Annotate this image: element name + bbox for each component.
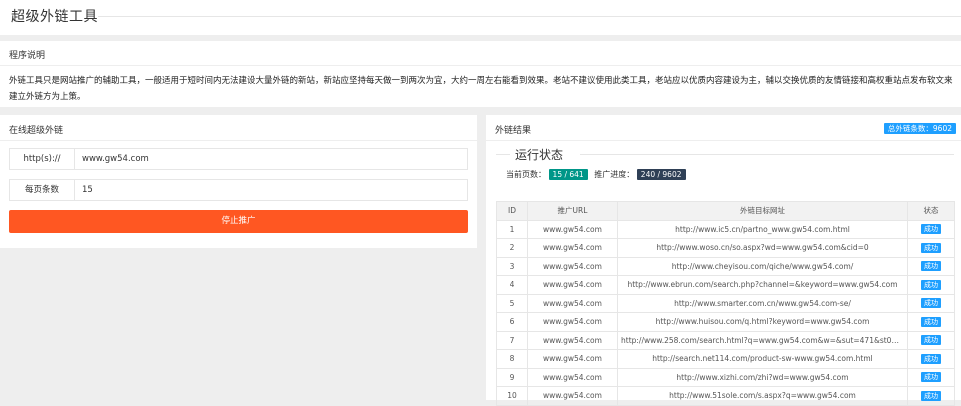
run-status-fieldset: 运行状态 当前页数： 15 / 641 推广进度： 240 / 9602 (496, 148, 954, 192)
cell-id: 2 (496, 238, 528, 258)
run-status-legend: 运行状态 (515, 148, 564, 162)
table-row: 6 www.gw54.com http://www.huisou.com/q.h… (496, 312, 955, 332)
table-row: 3 www.gw54.com http://www.cheyisou.com/q… (496, 256, 955, 276)
progress-badge: 240 / 9602 (636, 169, 686, 180)
cell-url: www.gw54.com (527, 256, 618, 276)
status-badge: 成功 (921, 224, 941, 235)
cell-id: 1 (496, 219, 528, 239)
title-divider (98, 16, 961, 17)
column-header-target: 外链目标网址 (617, 201, 908, 221)
cell-id: 8 (496, 349, 528, 369)
column-header-id: ID (496, 201, 528, 221)
cell-url: www.gw54.com (527, 330, 618, 350)
progress-line: 当前页数： 15 / 641 推广进度： 240 / 9602 (506, 169, 686, 180)
cell-url: www.gw54.com (527, 349, 618, 369)
results-heading: 外链结果 (495, 126, 532, 136)
cell-target[interactable]: http://www.smarter.com.cn/www.gw54.com-s… (617, 293, 908, 313)
table-header-row: ID 推广URL 外链目标网址 状态 (496, 201, 955, 221)
cell-target[interactable]: http://www.51sole.com/s.aspx?q=www.gw54.… (617, 386, 908, 406)
online-link-heading: 在线超级外链 (9, 126, 64, 136)
intro-text: 外链工具只是网站推广的辅助工具，一般适用于短时间内无法建设大量外链的新站，新站应… (9, 76, 953, 102)
online-link-divider (0, 140, 477, 141)
intro-divider (0, 65, 961, 66)
status-badge: 成功 (921, 353, 941, 364)
cell-id: 4 (496, 275, 528, 295)
cell-status: 成功 (907, 256, 955, 276)
intro-panel: 程序说明 外链工具只是网站推广的辅助工具，一般适用于短时间内无法建设大量外链的新… (0, 41, 961, 107)
progress-label: 推广进度： (594, 170, 635, 179)
results-divider (486, 140, 961, 141)
cell-id: 10 (496, 386, 528, 406)
status-badge: 成功 (921, 316, 941, 327)
cell-target[interactable]: http://www.xizhi.com/zhi?wd=www.gw54.com (617, 367, 908, 387)
table-row: 10 www.gw54.com http://www.51sole.com/s.… (496, 386, 955, 406)
table-row: 4 www.gw54.com http://www.ebrun.com/sear… (496, 275, 955, 295)
status-badge: 成功 (921, 372, 941, 383)
page-title: 超级外链工具 (11, 9, 98, 25)
cell-url: www.gw54.com (527, 275, 618, 295)
table-row: 5 www.gw54.com http://www.smarter.com.cn… (496, 293, 955, 313)
domain-input[interactable] (82, 149, 462, 169)
column-header-status: 状态 (907, 201, 955, 221)
domain-row: http(s):// (9, 148, 468, 170)
cell-status: 成功 (907, 238, 955, 258)
cell-target[interactable]: http://search.net114.com/product-sw-www.… (617, 349, 908, 369)
cell-status: 成功 (907, 386, 955, 406)
current-page-badge: 15 / 641 (548, 169, 588, 180)
table-row: 8 www.gw54.com http://search.net114.com/… (496, 349, 955, 369)
cell-id: 3 (496, 256, 528, 276)
cell-status: 成功 (907, 330, 955, 350)
status-badge: 成功 (921, 335, 941, 346)
table-row: 1 www.gw54.com http://www.ic5.cn/partno_… (496, 219, 955, 239)
results-panel: 外链结果 总外链条数：9602 运行状态 当前页数： 15 / 641 推广进度… (486, 115, 961, 406)
cell-target[interactable]: http://www.ic5.cn/partno_www.gw54.com.ht… (617, 219, 908, 239)
cell-url: www.gw54.com (527, 238, 618, 258)
cell-id: 9 (496, 367, 528, 387)
protocol-label: http(s):// (10, 149, 75, 169)
cell-target[interactable]: http://www.huisou.com/q.html?keyword=www… (617, 312, 908, 332)
online-link-panel: 在线超级外链 http(s):// 每页条数 停止推广 (0, 115, 477, 248)
status-badge: 成功 (921, 261, 941, 272)
cell-url: www.gw54.com (527, 219, 618, 239)
stop-promotion-button[interactable]: 停止推广 (9, 210, 468, 233)
per-page-row: 每页条数 (9, 179, 468, 201)
fieldset-border-right (580, 154, 954, 155)
per-page-label: 每页条数 (10, 180, 75, 200)
cell-target[interactable]: http://www.cheyisou.com/qiche/www.gw54.c… (617, 256, 908, 276)
fieldset-border-left (496, 154, 510, 155)
per-page-input[interactable] (82, 180, 462, 200)
cell-status: 成功 (907, 219, 955, 239)
table-row: 7 www.gw54.com http://www.258.com/search… (496, 330, 955, 350)
cell-id: 5 (496, 293, 528, 313)
total-links-badge: 总外链条数：9602 (883, 123, 956, 134)
status-badge: 成功 (921, 390, 941, 401)
cell-target[interactable]: http://www.258.com/search.html?q=www.gw5… (617, 330, 908, 350)
cell-status: 成功 (907, 312, 955, 332)
cell-status: 成功 (907, 293, 955, 313)
cell-id: 6 (496, 312, 528, 332)
status-badge: 成功 (921, 242, 941, 253)
status-badge: 成功 (921, 279, 941, 290)
cell-id: 7 (496, 330, 528, 350)
cell-url: www.gw54.com (527, 367, 618, 387)
cell-url: www.gw54.com (527, 312, 618, 332)
table-row: 9 www.gw54.com http://www.xizhi.com/zhi?… (496, 367, 955, 387)
status-badge: 成功 (921, 298, 941, 309)
cell-target[interactable]: http://www.ebrun.com/search.php?channel=… (617, 275, 908, 295)
current-page-label: 当前页数： (506, 170, 546, 179)
top-bar: 超级外链工具 (0, 0, 961, 35)
cell-status: 成功 (907, 367, 955, 387)
column-header-url: 推广URL (527, 201, 618, 221)
table-row: 2 www.gw54.com http://www.woso.cn/so.asp… (496, 238, 955, 258)
cell-status: 成功 (907, 349, 955, 369)
cell-status: 成功 (907, 275, 955, 295)
cell-url: www.gw54.com (527, 386, 618, 406)
results-table: ID 推广URL 外链目标网址 状态 1 www.gw54.com http:/… (496, 201, 955, 406)
intro-heading: 程序说明 (9, 51, 46, 61)
cell-url: www.gw54.com (527, 293, 618, 313)
cell-target[interactable]: http://www.woso.cn/so.aspx?wd=www.gw54.c… (617, 238, 908, 258)
